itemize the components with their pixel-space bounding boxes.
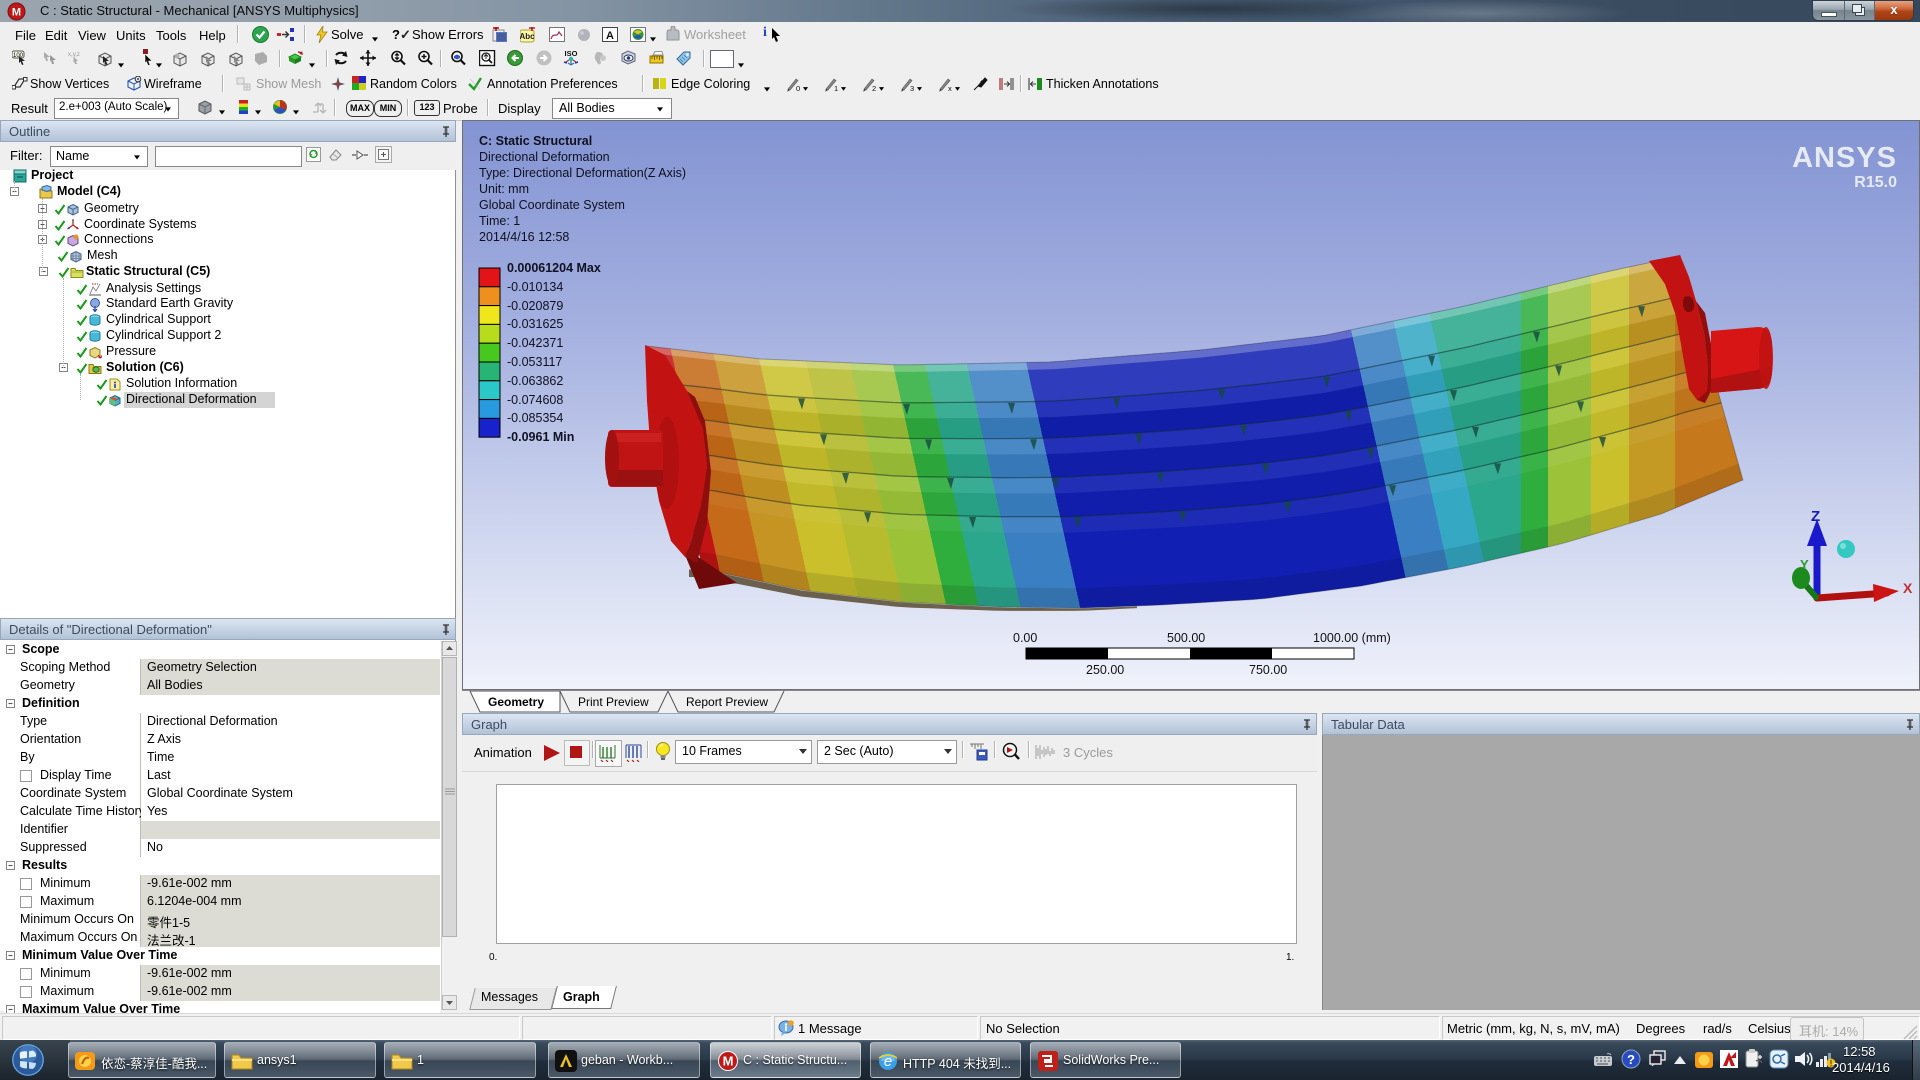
svg-text:x: x [948,84,952,93]
svg-text:M: M [12,7,21,19]
svg-text:?: ? [1627,1052,1635,1067]
svg-text:1: 1 [834,84,838,93]
svg-text:2: 2 [872,84,876,93]
svg-text:M: M [723,1054,734,1069]
svg-text:ISO: ISO [565,49,578,58]
svg-text:0: 0 [796,84,800,93]
svg-text:A: A [606,30,614,42]
svg-text:100: 100 [13,53,24,59]
svg-text:Abc: Abc [520,32,535,41]
svg-text:3: 3 [910,84,914,93]
